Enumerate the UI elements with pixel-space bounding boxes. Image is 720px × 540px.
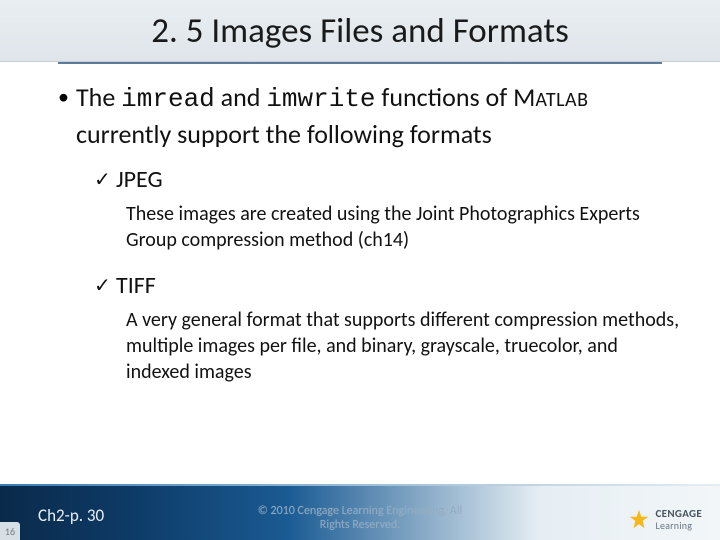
- list-item-desc: A very general format that supports diff…: [126, 307, 680, 385]
- bullet-post: currently support the following formats: [76, 118, 492, 150]
- checkmark-icon: ✓: [94, 271, 116, 301]
- copyright-line1: © 2010 Cengage Learning Engineering. All: [0, 504, 720, 518]
- footer-copyright: © 2010 Cengage Learning Engineering. All…: [0, 504, 720, 532]
- slide-title: 2. 5 Images Files and Formats: [0, 10, 720, 52]
- star-icon: [628, 509, 650, 531]
- code-imwrite: imwrite: [266, 84, 375, 114]
- title-underline: [58, 62, 662, 64]
- list-item-desc: These images are created using the Joint…: [126, 201, 680, 253]
- list-item: ✓ TIFF: [94, 271, 680, 301]
- bullet-mid2: functions of: [376, 81, 514, 113]
- copyright-line2: Rights Reserved.: [0, 518, 720, 532]
- matlab-rest: ATLAB: [535, 88, 588, 112]
- checkmark-icon: ✓: [94, 165, 116, 195]
- cengage-logo: CENGAGE Learning: [628, 508, 702, 532]
- list-item-label: TIFF: [116, 271, 156, 301]
- bullet-dot: •: [58, 80, 76, 114]
- bullet-pre: The: [76, 81, 121, 113]
- logo-text: CENGAGE Learning: [656, 508, 702, 532]
- list-item: ✓ JPEG: [94, 165, 680, 195]
- code-imread: imread: [121, 84, 215, 114]
- slide: 2. 5 Images Files and Formats • The imre…: [0, 0, 720, 540]
- footer: 16 Ch2-p. 30 © 2010 Cengage Learning Eng…: [0, 484, 720, 540]
- bullet-mid1: and: [215, 81, 267, 113]
- main-bullet: • The imread and imwrite functions of MA…: [58, 80, 680, 151]
- list-item-label: JPEG: [116, 165, 163, 195]
- matlab-letter-m: M: [513, 81, 535, 113]
- bullet-text: The imread and imwrite functions of MATL…: [76, 80, 680, 151]
- content-area: • The imread and imwrite functions of MA…: [58, 80, 680, 385]
- logo-subbrand: Learning: [656, 520, 702, 532]
